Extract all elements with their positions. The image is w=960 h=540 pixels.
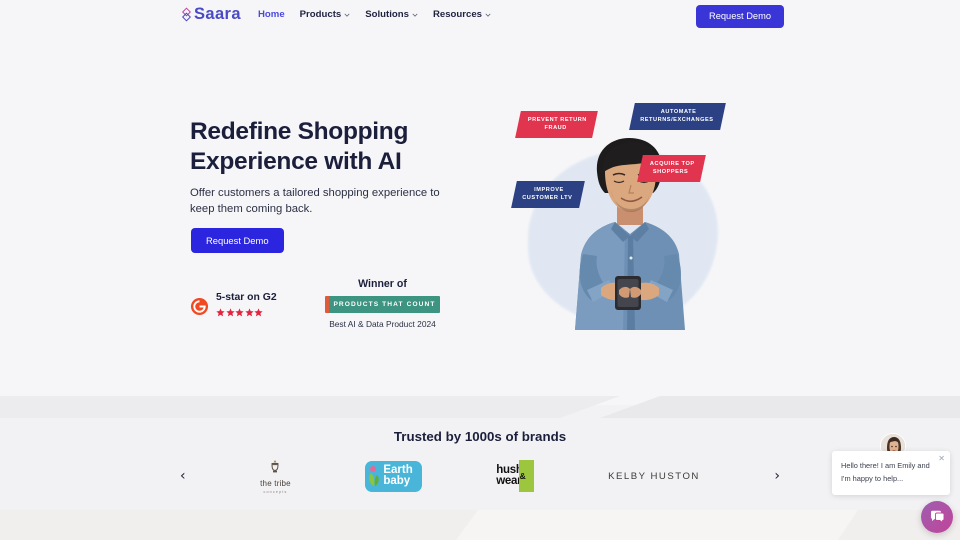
chat-launcher-button[interactable] bbox=[921, 501, 953, 533]
carousel-next-button[interactable]: › bbox=[774, 469, 780, 483]
brand-name: Saara bbox=[194, 5, 241, 23]
tag-line-2: SHOPPERS bbox=[652, 169, 689, 176]
chat-greeting-message: Hello there! I am Emily and I'm happy to… bbox=[841, 461, 930, 483]
brand-logo-hush-and-wear[interactable]: hush wear & bbox=[496, 455, 534, 497]
hero-illustration: PREVENT RETURN FRAUD AUTOMATE RETURNS/EX… bbox=[500, 95, 760, 330]
star-icon bbox=[216, 308, 225, 317]
brand-logo[interactable]: Saara bbox=[181, 6, 241, 23]
brand-name-line-2: baby bbox=[383, 475, 411, 487]
tag-line-2: RETURNS/EXCHANGES bbox=[640, 117, 714, 124]
brand-logo-kelby-huston[interactable]: KELBY HUSTON bbox=[608, 455, 700, 497]
brand-ampersand: & bbox=[518, 460, 534, 492]
chevron-down-icon bbox=[344, 13, 350, 17]
hero-tag-automate-returns-exchanges: AUTOMATE RETURNS/EXCHANGES bbox=[629, 103, 727, 130]
site-header: Saara Home Products Solutions Resources bbox=[0, 0, 960, 32]
chat-greeting-bubble: ✕ Hello there! I am Emily and I'm happy … bbox=[832, 451, 950, 495]
hero-title-line-1: Redefine Shopping bbox=[190, 118, 409, 145]
award-badge-label: PRODUCTS THAT COUNT bbox=[329, 295, 440, 313]
header-request-demo-button[interactable]: Request Demo bbox=[696, 5, 785, 29]
brands-carousel: ‹ the tribe concepts Earth baby hush wea… bbox=[180, 455, 780, 497]
tribe-lamp-icon bbox=[271, 459, 279, 472]
earth-baby-leaf-icon bbox=[369, 465, 380, 486]
nav-label: Solutions bbox=[365, 9, 409, 20]
page-title: Redefine Shopping Experience with AI bbox=[190, 117, 490, 176]
hero-tag-improve-customer-ltv: IMPROVE CUSTOMER LTV bbox=[511, 181, 586, 208]
award-badge: PRODUCTS THAT COUNT bbox=[325, 295, 440, 313]
nav-item-products[interactable]: Products bbox=[300, 10, 351, 20]
saara-infinity-mark-icon bbox=[181, 7, 192, 22]
close-icon[interactable]: ✕ bbox=[938, 455, 945, 463]
hero-tag-prevent-return-fraud: PREVENT RETURN FRAUD bbox=[515, 111, 598, 138]
g2-rating-label: 5-star on G2 bbox=[216, 292, 277, 303]
star-icon bbox=[244, 308, 254, 317]
award-heading: Winner of bbox=[358, 278, 407, 290]
brand-logo-earth-baby[interactable]: Earth baby bbox=[365, 455, 422, 497]
hero-title-line-2: Experience with AI bbox=[190, 147, 402, 175]
tag-line-2: FRAUD bbox=[544, 125, 567, 132]
product-award: Winner of PRODUCTS THAT COUNT Best AI & … bbox=[325, 278, 440, 329]
landing-page: Saara Home Products Solutions Resources bbox=[0, 0, 960, 540]
carousel-prev-button[interactable]: ‹ bbox=[180, 469, 186, 483]
hero-subtitle: Offer customers a tailored shopping expe… bbox=[190, 187, 440, 216]
g2-logo-icon bbox=[190, 293, 209, 321]
brand-name: the tribe bbox=[260, 478, 291, 488]
brand-logo-the-tribe-concepts[interactable]: the tribe concepts bbox=[260, 455, 291, 497]
star-rating bbox=[216, 308, 277, 317]
brands-section-title: Trusted by 1000s of brands bbox=[393, 429, 567, 444]
brand-name: KELBY HUSTON bbox=[608, 470, 700, 482]
tag-line-2: CUSTOMER LTV bbox=[522, 195, 573, 202]
chevron-down-icon bbox=[412, 13, 418, 17]
award-caption: Best AI & Data Product 2024 bbox=[329, 318, 436, 329]
hero-request-demo-button[interactable]: Request Demo bbox=[191, 228, 284, 254]
nav-item-resources[interactable]: Resources bbox=[433, 10, 491, 20]
chat-bubble-icon bbox=[930, 510, 944, 524]
nav-item-home[interactable]: Home bbox=[258, 10, 285, 20]
star-icon bbox=[225, 308, 235, 317]
star-icon bbox=[235, 308, 244, 317]
hero-tag-acquire-top-shoppers: ACQUIRE TOP SHOPPERS bbox=[637, 155, 706, 182]
hero-curve-shape bbox=[0, 0, 960, 412]
nav-label: Products bbox=[299, 9, 342, 20]
nav-item-solutions[interactable]: Solutions bbox=[365, 10, 418, 20]
star-icon bbox=[254, 308, 263, 317]
chevron-down-icon bbox=[485, 13, 491, 17]
hero-background bbox=[0, 0, 960, 412]
nav-label: Home bbox=[258, 9, 285, 20]
nav-label: Resources bbox=[432, 9, 483, 20]
g2-rating[interactable]: 5-star on G2 bbox=[190, 292, 277, 321]
main-navigation: Home Products Solutions Resources bbox=[258, 10, 491, 20]
brand-tagline: concepts bbox=[263, 489, 288, 494]
